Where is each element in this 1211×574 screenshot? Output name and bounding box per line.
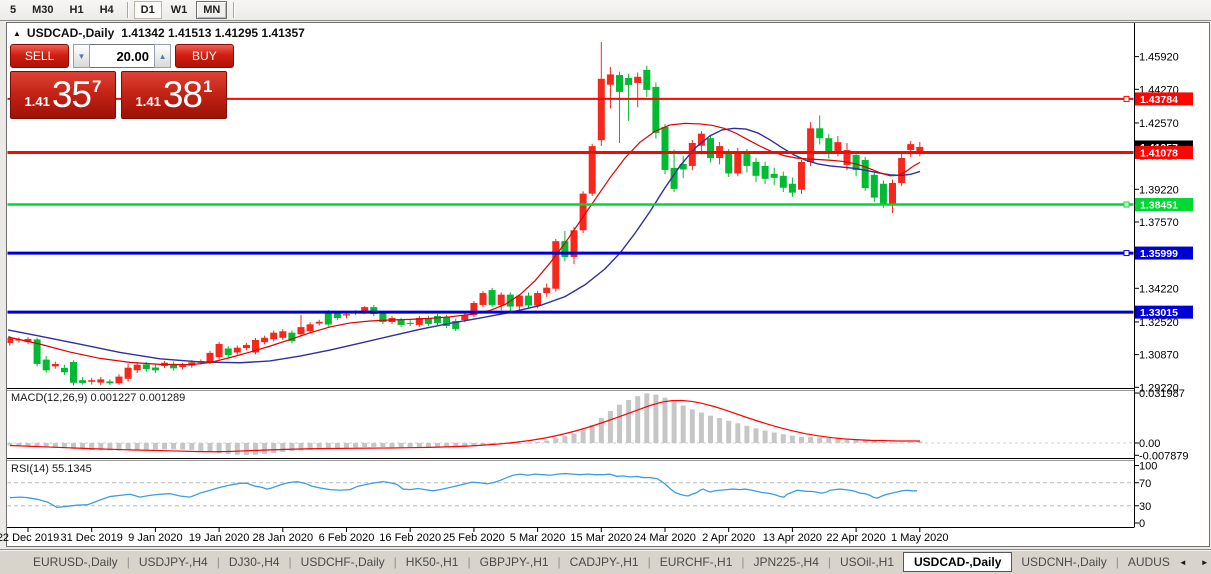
symbol-tab-usdcnh-daily[interactable]: USDCNH-,Daily bbox=[1012, 552, 1115, 572]
x-axis-date-label: 19 Jan 2020 bbox=[189, 532, 250, 544]
volume-decrease-button[interactable]: ▼ bbox=[73, 44, 90, 68]
buy-price-button[interactable]: 1.41 38 1 bbox=[121, 71, 227, 119]
hline-price-badge: 1.43784 bbox=[1135, 92, 1193, 106]
sell-price-pip: 7 bbox=[92, 77, 101, 97]
symbol-tab-usoil-h1[interactable]: USOil-,H1 bbox=[831, 552, 903, 572]
symbol-tab-hk50-h1[interactable]: HK50-,H1 bbox=[397, 552, 468, 572]
symbol-tab-eurchf-h1[interactable]: EURCHF-,H1 bbox=[651, 552, 742, 572]
one-click-trading-panel: SELL ▼ ▲ BUY 1.41 35 7 1.41 38 1 bbox=[10, 44, 234, 119]
hline-price-badge: 1.41078 bbox=[1135, 146, 1193, 160]
symbol-tab-eurusd-daily[interactable]: EURUSD-,Daily bbox=[24, 552, 127, 572]
y-axis-label: 1.39220 bbox=[1139, 184, 1179, 196]
symbol-tab-jpn225-h4[interactable]: JPN225-,H4 bbox=[745, 552, 828, 572]
timeframe-button-W1[interactable]: W1 bbox=[164, 1, 195, 19]
rsi-indicator-label: RSI(14) 55.1345 bbox=[11, 463, 92, 475]
buy-price-prefix: 1.41 bbox=[136, 94, 161, 109]
macd-indicator-label: MACD(12,26,9) 0.001227 0.001289 bbox=[11, 392, 185, 404]
timeframe-button-5[interactable]: 5 bbox=[3, 1, 23, 19]
hline-handle bbox=[1124, 251, 1129, 256]
macd-scale-label: 0.00 bbox=[1139, 438, 1160, 450]
x-axis-date-label: 25 Feb 2020 bbox=[443, 532, 505, 544]
timeframe-button-D1[interactable]: D1 bbox=[134, 1, 162, 19]
hline-price-badge: 1.38451 bbox=[1135, 198, 1193, 212]
y-axis-label: 1.45920 bbox=[1139, 52, 1179, 64]
rsi-scale-label: 0 bbox=[1139, 518, 1145, 530]
symbol-tab-usdcad-daily[interactable]: USDCAD-,Daily bbox=[903, 552, 1012, 572]
symbol-tab-audus[interactable]: AUDUS bbox=[1119, 552, 1179, 572]
symbol-tab-dj30-h4[interactable]: DJ30-,H4 bbox=[220, 552, 289, 572]
x-axis-date-label: 16 Feb 2020 bbox=[379, 532, 441, 544]
tabs-scroll-left-button[interactable]: ◄ bbox=[1179, 558, 1187, 567]
toolbar-separator bbox=[127, 2, 128, 18]
x-axis-date-label: 13 Apr 2020 bbox=[763, 532, 822, 544]
collapse-arrow-icon[interactable]: ▲ bbox=[13, 29, 21, 38]
y-axis-label: 1.42570 bbox=[1139, 118, 1179, 130]
timeframe-toolbar: 5M30H1H4 D1W1MN bbox=[0, 0, 1211, 21]
x-axis-date-label: 22 Apr 2020 bbox=[826, 532, 885, 544]
rsi-scale-label: 70 bbox=[1139, 478, 1151, 490]
volume-input[interactable] bbox=[90, 44, 154, 68]
hline-handle bbox=[1124, 202, 1129, 207]
chart-ohlc-values: 1.41342 1.41513 1.41295 1.41357 bbox=[121, 26, 305, 40]
symbol-tab-usdchf-daily[interactable]: USDCHF-,Daily bbox=[292, 552, 394, 572]
sell-price-big: 35 bbox=[52, 75, 91, 115]
x-axis-date-label: 1 May 2020 bbox=[891, 532, 948, 544]
hline-price-badge-text: 1.33015 bbox=[1140, 307, 1178, 319]
tabs-scroll-right-button[interactable]: ► bbox=[1201, 558, 1209, 567]
volume-increase-button[interactable]: ▲ bbox=[154, 44, 171, 68]
x-axis-date-label: 31 Dec 2019 bbox=[61, 532, 123, 544]
hline-price-badge: 1.35999 bbox=[1135, 247, 1193, 260]
x-axis-date-label: 28 Jan 2020 bbox=[253, 532, 314, 544]
symbol-tab-bar: EURUSD-,Daily|USDJPY-,H4|DJ30-,H4|USDCHF… bbox=[0, 549, 1211, 574]
hline-price-badge-text: 1.43784 bbox=[1140, 94, 1178, 106]
symbol-tab-cadjpy-h1[interactable]: CADJPY-,H1 bbox=[561, 552, 648, 572]
timeframe-button-M30[interactable]: M30 bbox=[25, 1, 60, 19]
hline-price-badge-text: 1.41078 bbox=[1140, 148, 1178, 160]
macd-scale-label: 0.031987 bbox=[1139, 388, 1185, 400]
rsi-scale-label: 30 bbox=[1139, 501, 1151, 513]
sell-price-button[interactable]: 1.41 35 7 bbox=[10, 71, 116, 119]
x-axis-date-label: 24 Mar 2020 bbox=[634, 532, 696, 544]
buy-price-big: 38 bbox=[163, 75, 202, 115]
hline-price-badge: 1.33015 bbox=[1135, 306, 1193, 320]
chart-symbol-label: USDCAD-,Daily bbox=[27, 26, 114, 40]
y-axis-label: 1.34220 bbox=[1139, 283, 1179, 295]
hline-handle bbox=[1124, 96, 1129, 101]
timeframe-button-H1[interactable]: H1 bbox=[63, 1, 91, 19]
x-axis-date-label: 22 Dec 2019 bbox=[0, 532, 59, 544]
x-axis-date-label: 15 Mar 2020 bbox=[570, 532, 632, 544]
x-axis-date-label: 5 Mar 2020 bbox=[510, 532, 566, 544]
toolbar-separator bbox=[233, 2, 234, 18]
chart-title: ▲ USDCAD-,Daily 1.41342 1.41513 1.41295 … bbox=[13, 26, 305, 40]
y-axis-label: 1.30870 bbox=[1139, 350, 1179, 362]
sell-button[interactable]: SELL bbox=[10, 44, 69, 68]
y-axis-label: 1.37570 bbox=[1139, 217, 1179, 229]
x-axis-date-label: 9 Jan 2020 bbox=[128, 532, 182, 544]
x-axis-date-label: 2 Apr 2020 bbox=[702, 532, 755, 544]
buy-price-pip: 1 bbox=[203, 77, 212, 97]
timeframe-button-H4[interactable]: H4 bbox=[93, 1, 121, 19]
sell-price-prefix: 1.41 bbox=[25, 94, 50, 109]
timeframe-button-MN[interactable]: MN bbox=[196, 1, 227, 19]
symbol-tab-gbpjpy-h1[interactable]: GBPJPY-,H1 bbox=[471, 552, 558, 572]
x-axis-date-label: 6 Feb 2020 bbox=[319, 532, 375, 544]
symbol-tab-usdjpy-h4[interactable]: USDJPY-,H4 bbox=[130, 552, 217, 572]
buy-button[interactable]: BUY bbox=[175, 44, 234, 68]
hline-price-badge-text: 1.38451 bbox=[1140, 200, 1178, 212]
hline-price-badge-text: 1.35999 bbox=[1140, 248, 1178, 260]
rsi-scale-label: 100 bbox=[1139, 461, 1157, 473]
